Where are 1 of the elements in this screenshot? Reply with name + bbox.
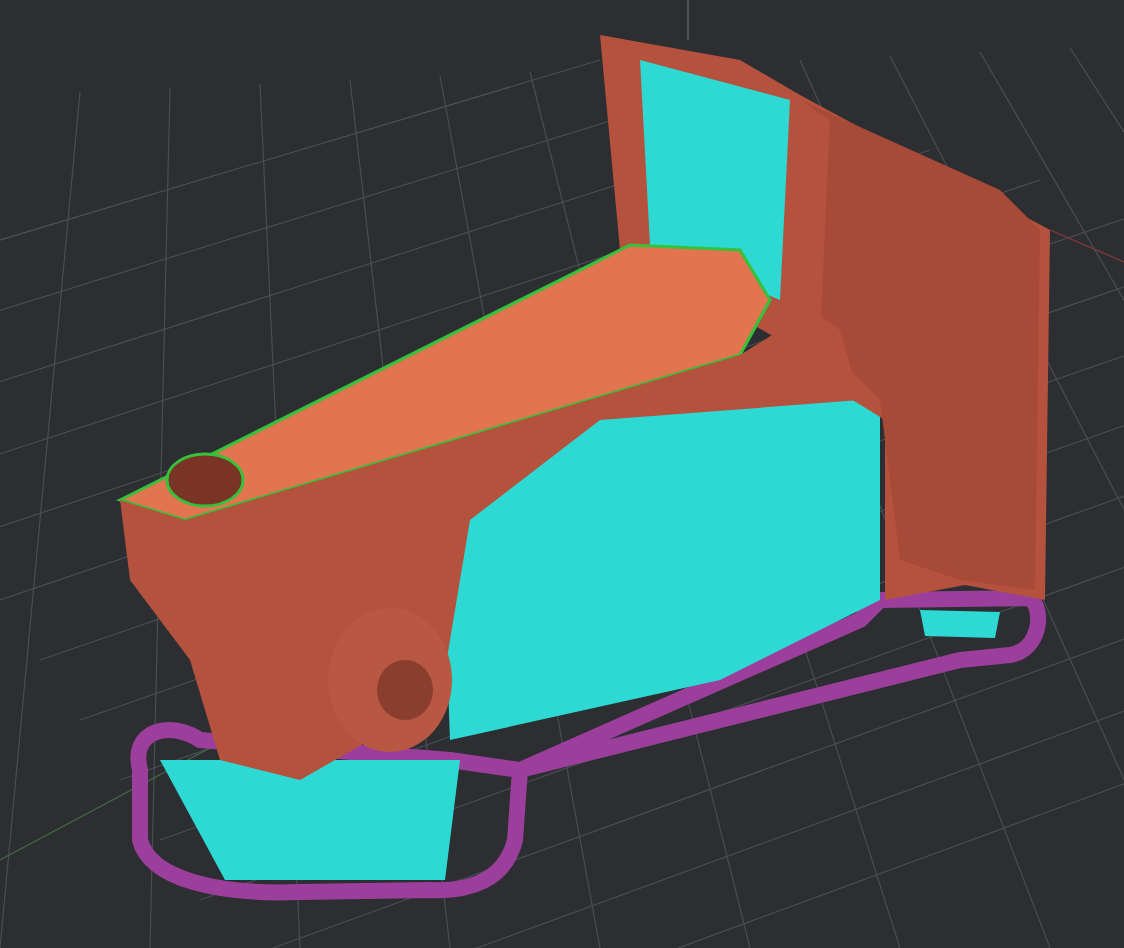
3d-viewport[interactable] [0,0,1124,948]
